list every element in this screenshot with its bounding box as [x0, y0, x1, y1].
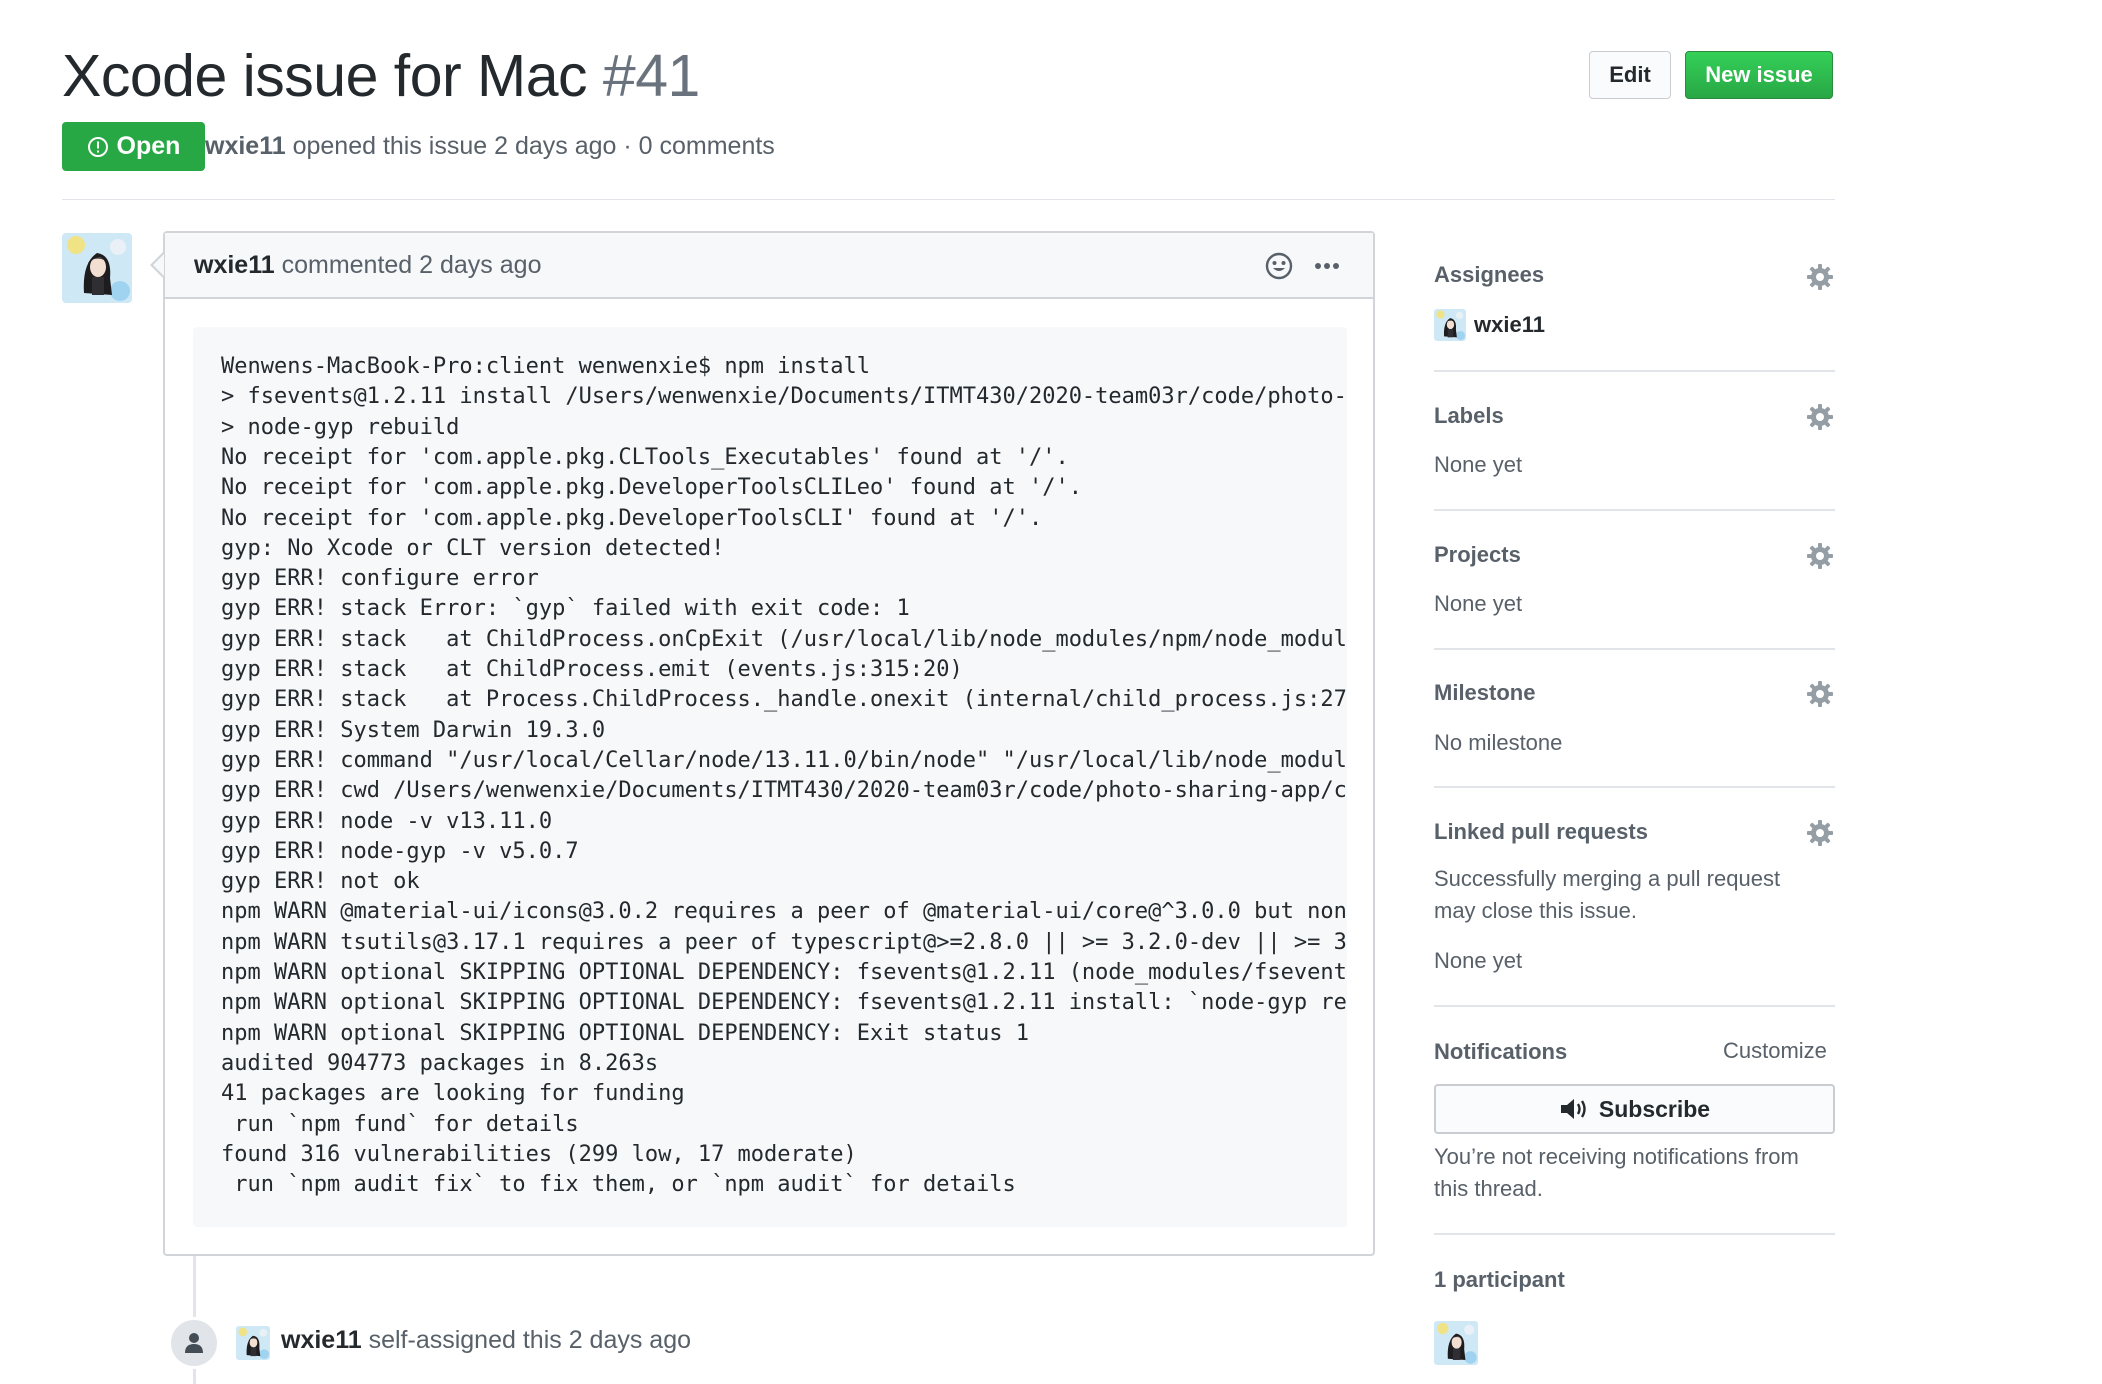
- comment-options-button[interactable]: [1308, 247, 1346, 285]
- customize-link[interactable]: Customize: [1723, 1038, 1827, 1064]
- milestone-heading[interactable]: Milestone: [1434, 678, 1535, 708]
- code-line: npm WARN optional SKIPPING OPTIONAL DEPE…: [221, 1020, 1029, 1046]
- comment-author-avatar[interactable]: [62, 233, 132, 303]
- notifications-heading: Notifications: [1434, 1039, 1568, 1064]
- comment-header-text: wxie11 commented 2 days ago: [194, 247, 541, 283]
- code-line: gyp ERR! stack at ChildProcess.onCpExit …: [221, 626, 1347, 652]
- code-line: gyp ERR! cwd /Users/wenwenxie/Documents/…: [221, 778, 1347, 804]
- code-block: Wenwens-MacBook-Pro:client wenwenxie$ np…: [193, 327, 1347, 1227]
- issue-title-row: Xcode issue for Mac #41: [62, 38, 700, 114]
- code-line: npm WARN optional SKIPPING OPTIONAL DEPE…: [221, 960, 1347, 985]
- sidebar-divider: [1434, 648, 1835, 650]
- code-line: gyp ERR! stack at ChildProcess.emit (eve…: [221, 657, 963, 682]
- linked-prs-value: None yet: [1434, 948, 1523, 973]
- event-description: self-assigned this 2 days ago: [368, 1326, 692, 1354]
- linked-prs-description-line1: Successfully merging a pull request: [1434, 866, 1781, 891]
- unmute-icon: [1560, 1099, 1586, 1119]
- issue-author-link[interactable]: wxie11: [205, 132, 286, 160]
- milestone-value: No milestone: [1434, 730, 1563, 755]
- projects-value: None yet: [1434, 591, 1523, 616]
- edit-button[interactable]: Edit: [1589, 51, 1671, 99]
- labels-value: None yet: [1434, 452, 1523, 477]
- notification-status-line1: You’re not receiving notifications from: [1434, 1144, 1799, 1169]
- notification-status-line2: this thread.: [1434, 1176, 1543, 1201]
- assignees-heading[interactable]: Assignees: [1434, 260, 1544, 290]
- subscribe-label: Subscribe: [1598, 1095, 1711, 1122]
- sidebar-divider: [1434, 1005, 1835, 1007]
- add-reaction-button[interactable]: [1260, 247, 1298, 285]
- sidebar-divider: [1434, 1233, 1835, 1235]
- code-line: gyp ERR! stack at Process.ChildProcess._…: [221, 687, 1347, 713]
- event-actor-avatar[interactable]: [236, 1326, 270, 1360]
- comment-arrow-inner: [153, 254, 164, 276]
- code-line: gyp ERR! stack Error: `gyp` failed with …: [221, 596, 910, 622]
- code-line: gyp ERR! not ok: [221, 869, 420, 895]
- code-line: No receipt for 'com.apple.pkg.DeveloperT…: [221, 475, 1082, 501]
- smiley-icon: [1265, 252, 1293, 280]
- assignee-avatar[interactable]: [1434, 309, 1466, 341]
- event-actor-link[interactable]: wxie11: [281, 1326, 362, 1354]
- code-line: Wenwens-MacBook-Pro:client wenwenxie$ np…: [221, 354, 871, 379]
- code-line: audited 904773 packages in 8.263s: [221, 1050, 659, 1076]
- code-line: > node-gyp rebuild: [221, 414, 460, 440]
- code-line: npm WARN @material-ui/icons@3.0.2 requir…: [221, 899, 1347, 925]
- linked-prs-heading[interactable]: Linked pull requests: [1434, 817, 1648, 847]
- issue-title: Xcode issue for Mac: [62, 43, 588, 109]
- issue-meta: wxie11 opened this issue 2 days ago · 0 …: [205, 128, 775, 164]
- new-issue-button[interactable]: New issue: [1685, 51, 1833, 99]
- assignee-name[interactable]: wxie11: [1474, 308, 1545, 341]
- issue-meta-text: opened this issue 2 days ago · 0 comment…: [292, 132, 775, 160]
- linked-prs-description-line2: may close this issue.: [1434, 898, 1637, 923]
- sidebar-divider: [1434, 786, 1835, 788]
- code-line: run `npm fund` for details: [221, 1111, 579, 1137]
- issue-number: #41: [602, 43, 700, 109]
- issue-opened-icon: [87, 136, 109, 158]
- status-label: Open: [116, 132, 181, 160]
- participant-avatar[interactable]: [1434, 1321, 1478, 1365]
- header-divider: [62, 199, 1835, 200]
- code-line: No receipt for 'com.apple.pkg.DeveloperT…: [221, 505, 1043, 531]
- timeline-event-text: wxie11 self-assigned this 2 days ago: [281, 1322, 691, 1358]
- person-icon: [185, 1333, 203, 1353]
- code-line: npm WARN tsutils@3.17.1 requires a peer …: [221, 929, 1347, 955]
- code-line: gyp ERR! node-gyp -v v5.0.7: [221, 838, 579, 864]
- code-line: gyp ERR! System Darwin 19.3.0: [221, 717, 606, 743]
- code-line: 41 packages are looking for funding: [221, 1081, 685, 1107]
- code-line: gyp: No Xcode or CLT version detected!: [221, 535, 725, 561]
- status-badge: Open: [62, 122, 205, 171]
- code-line: npm WARN optional SKIPPING OPTIONAL DEPE…: [221, 990, 1347, 1016]
- participants-heading: 1 participant: [1434, 1267, 1565, 1292]
- code-line: gyp ERR! configure error: [221, 566, 539, 592]
- code-line: found 316 vulnerabilities (299 low, 17 m…: [221, 1141, 857, 1167]
- subscribe-button[interactable]: Subscribe: [1434, 1084, 1835, 1134]
- labels-heading[interactable]: Labels: [1434, 401, 1504, 431]
- gear-icon[interactable]: [1805, 818, 1835, 848]
- code-line: run `npm audit fix` to fix them, or `npm…: [221, 1172, 1016, 1198]
- gear-icon[interactable]: [1805, 541, 1835, 571]
- kebab-horizontal-icon: [1315, 263, 1339, 269]
- timeline-event-badge: [168, 1317, 220, 1369]
- code-line: gyp ERR! command "/usr/local/Cellar/node…: [221, 747, 1347, 773]
- comment-timestamp[interactable]: commented 2 days ago: [282, 251, 542, 279]
- code-line: gyp ERR! node -v v13.11.0: [221, 808, 553, 834]
- sidebar-divider: [1434, 370, 1835, 372]
- comment-author-link[interactable]: wxie11: [194, 251, 275, 279]
- code-line: > fsevents@1.2.11 install /Users/wenwenx…: [221, 384, 1347, 410]
- gear-icon[interactable]: [1805, 262, 1835, 292]
- gear-icon[interactable]: [1805, 679, 1835, 709]
- gear-icon[interactable]: [1805, 402, 1835, 432]
- projects-heading[interactable]: Projects: [1434, 540, 1521, 570]
- sidebar-divider: [1434, 509, 1835, 511]
- code-line: No receipt for 'com.apple.pkg.CLTools_Ex…: [221, 444, 1069, 470]
